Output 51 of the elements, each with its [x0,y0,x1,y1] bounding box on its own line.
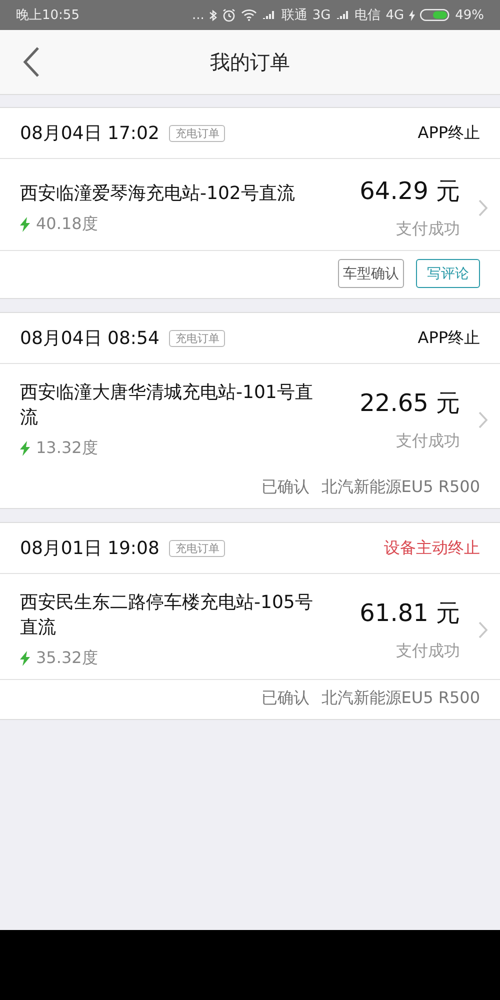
order-card[interactable]: 08月04日 17:02 充电订单 APP终止 西安临潼爱琴海充电站-102号直流 40.18度 64.29 元 支付成功 车型确认 写评论 [0,107,500,299]
lightning-icon [20,441,30,456]
order-amount: 64.29 元 [360,176,460,207]
order-tag: 充电订单 [169,124,226,142]
order-date: 08月04日 08:54 [20,327,160,350]
order-date: 08月01日 19:08 [20,537,160,560]
order-amount: 61.81 元 [360,598,460,629]
car-model: 北汽新能源EU5 R500 [321,688,480,709]
carrier-name: 电信 [354,7,381,24]
chevron-right-icon [478,410,488,428]
order-status: APP终止 [418,122,480,144]
order-card[interactable]: 08月04日 08:54 充电订单 APP终止 西安临潼大唐华清城充电站-101号直流 13.32度 22.65 元 支付成功 已确认 北汽新能源EU5 R500 [0,312,500,509]
signal-icon [262,10,276,20]
charging-icon [409,10,416,20]
order-tag: 充电订单 [169,540,226,556]
carrier-name: 联通 [281,7,308,24]
chevron-right-icon [478,620,488,638]
confirmation-state: 已确认 [261,477,310,498]
page-title: 我的订单 [210,48,290,76]
order-status: 设备主动终止 [384,538,480,558]
wifi-icon [241,9,258,21]
order-amount: 22.65 元 [360,388,460,419]
chevron-right-icon [478,198,488,216]
signal-icon [336,10,350,20]
payment-status: 支付成功 [396,641,460,662]
lightning-icon [20,651,30,666]
action-button[interactable]: 车型确认 [338,259,404,288]
network-type: 3G [312,8,331,22]
station-name: 西安临潼爱琴海充电站-102号直流 [20,182,296,206]
order-status: APP终止 [418,328,480,348]
confirmation-state: 已确认 [261,688,310,709]
order-tag: 充电订单 [169,330,226,346]
payment-status: 支付成功 [396,431,460,452]
status-time: 晚上10:55 [16,7,80,24]
energy-amount: 40.18度 [36,214,98,234]
more-dots: ... [192,8,204,22]
payment-status: 支付成功 [396,219,460,240]
back-icon[interactable] [22,46,40,78]
energy-amount: 35.32度 [36,648,98,669]
car-model: 北汽新能源EU5 R500 [321,477,480,498]
energy-amount: 13.32度 [36,438,98,459]
network-type: 4G [386,8,404,22]
bluetooth-icon [209,8,218,22]
lightning-icon [20,216,30,232]
alarm-icon [222,8,236,22]
station-name: 西安临潼大唐华清城充电站-101号直流 [20,381,314,430]
order-card[interactable]: 08月01日 19:08 充电订单 设备主动终止 西安民生东二路停车楼充电站-105号直流 35.32度 61.81 元 支付成功 已确认 北汽新能源EU5 R500 [0,522,500,720]
battery-icon [420,9,450,21]
station-name: 西安民生东二路停车楼充电站-105号直流 [20,591,314,640]
battery-percent: 49% [455,8,484,22]
order-date: 08月04日 17:02 [20,122,160,145]
